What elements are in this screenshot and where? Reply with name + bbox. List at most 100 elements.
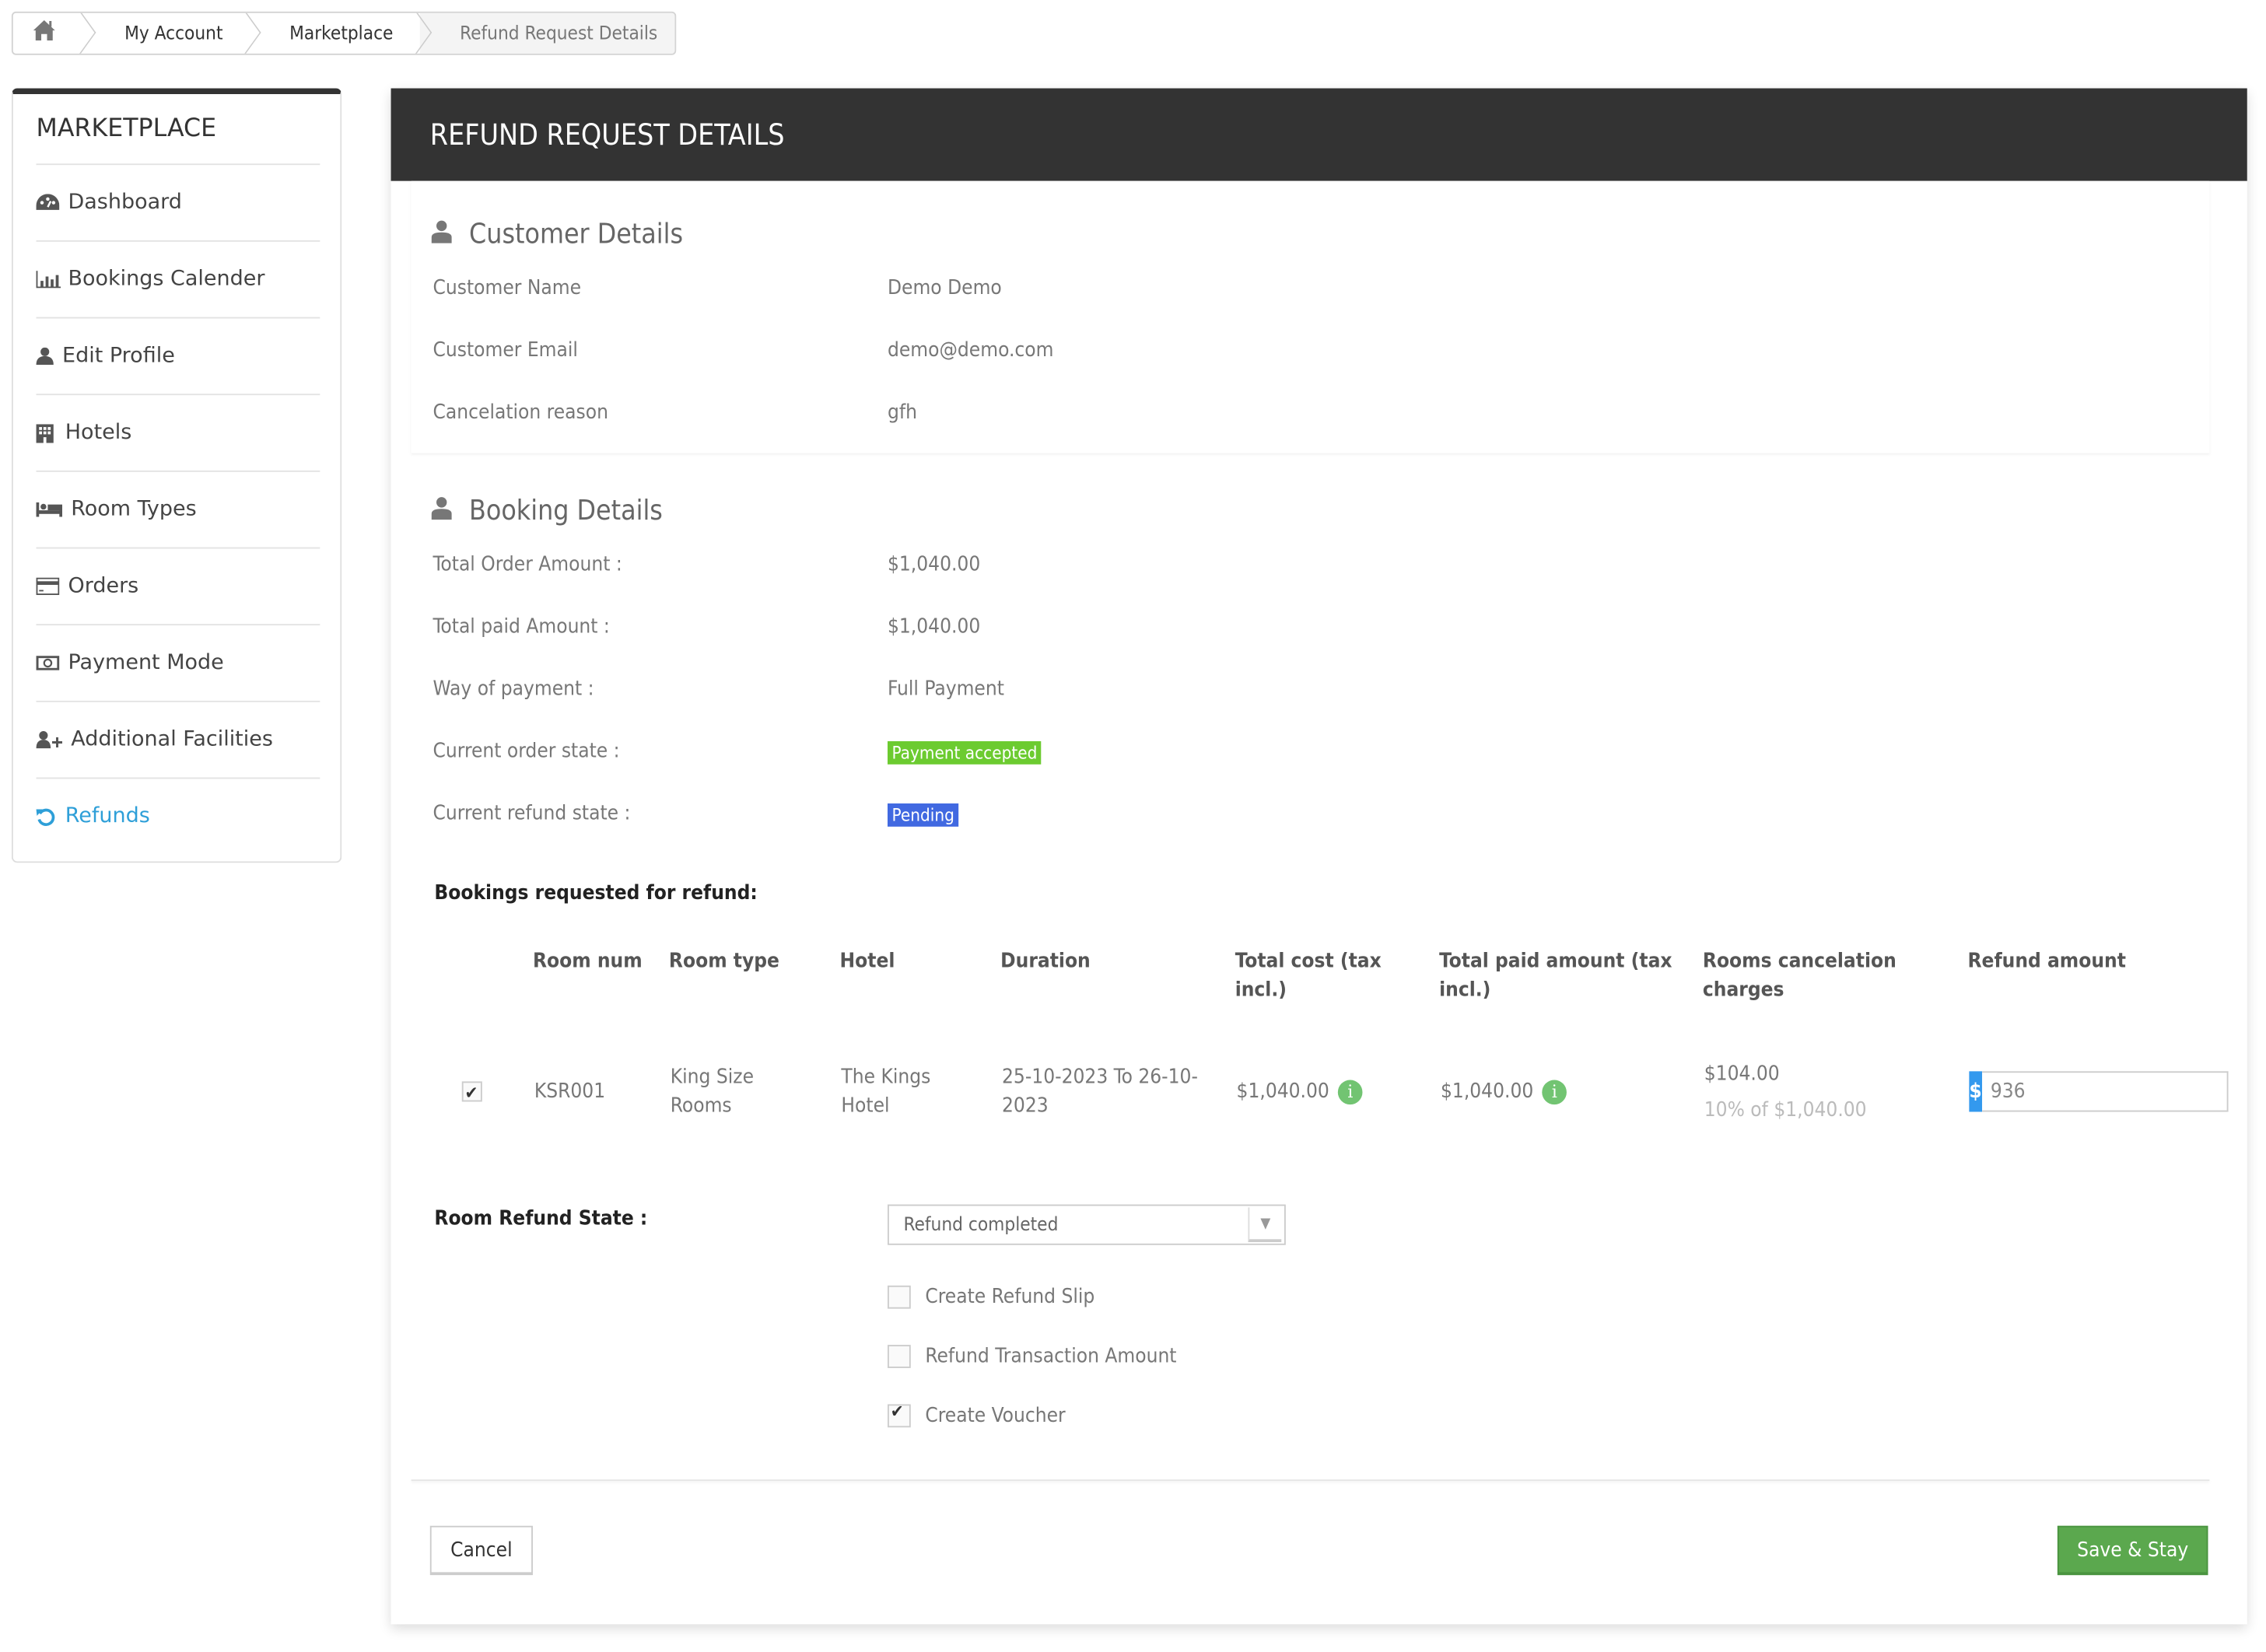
sidebar-item-label: Payment Mode — [68, 651, 224, 675]
table-header-row: Room num Room type Hotel Duration Total … — [434, 935, 2215, 1027]
sidebar-item-label: Hotels — [65, 421, 132, 445]
order-state-label: Current order state : — [433, 740, 620, 763]
cancelation-reason-value: gfh — [887, 401, 917, 425]
sidebar-item-payment-mode[interactable]: Payment Mode — [36, 624, 320, 701]
cancel-charges-cell: $104.00 10% of $1,040.00 — [1703, 1028, 1968, 1156]
sidebar-item-bookings-calender[interactable]: Bookings Calender — [36, 240, 320, 317]
home-icon — [33, 20, 55, 47]
option-label: Create Refund Slip — [925, 1285, 1095, 1309]
room-type-cell: King Size Rooms — [670, 1065, 755, 1118]
col-total-paid: Total paid amount (tax incl.) — [1439, 950, 1672, 1003]
money-icon — [36, 656, 63, 670]
refund-state-label: Current refund state : — [433, 802, 631, 825]
total-cost-value: $1,040.00 — [1236, 1080, 1329, 1104]
divider — [411, 1479, 2210, 1482]
total-paid-value: $1,040.00 — [1440, 1080, 1534, 1104]
breadcrumb-label: Marketplace — [289, 22, 394, 44]
dashboard-icon — [36, 194, 63, 211]
sidebar-item-dashboard[interactable]: Dashboard — [36, 163, 320, 240]
customer-details-heading: Customer Details — [431, 219, 684, 251]
create-refund-slip-checkbox[interactable] — [887, 1285, 911, 1309]
bookings-table-heading: Bookings requested for refund: — [434, 881, 758, 905]
way-of-payment-value: Full Payment — [887, 677, 1004, 701]
sidebar-item-additional-facilities[interactable]: Additional Facilities — [36, 700, 320, 778]
create-voucher-checkbox[interactable] — [887, 1402, 911, 1428]
way-of-payment-label: Way of payment : — [433, 677, 594, 701]
row-select-checkbox[interactable] — [461, 1079, 482, 1108]
customer-name-label: Customer Name — [433, 276, 582, 300]
sidebar-item-orders[interactable]: Orders — [36, 547, 320, 625]
breadcrumb: My Account Marketplace Refund Request De… — [11, 11, 677, 55]
section-title: Booking Details — [469, 495, 663, 527]
info-icon[interactable]: i — [1338, 1079, 1363, 1104]
customer-name-value: Demo Demo — [887, 276, 1002, 300]
bed-icon — [36, 502, 65, 517]
customer-email-label: Customer Email — [433, 338, 578, 362]
user-icon — [431, 219, 452, 250]
room-refund-state-label: Room Refund State : — [434, 1207, 648, 1231]
total-order-label: Total Order Amount : — [433, 553, 622, 576]
sidebar-item-label: Refunds — [65, 804, 150, 828]
col-hotel: Hotel — [839, 950, 895, 973]
room-num-cell: KSR001 — [534, 1080, 606, 1104]
sidebar: MARKETPLACE Dashboard Bookings Calender … — [11, 88, 342, 863]
cancelation-reason-label: Cancelation reason — [433, 401, 608, 425]
room-refund-state-select[interactable]: Refund completed ▼ — [887, 1204, 1286, 1245]
total-paid-value: $1,040.00 — [887, 615, 981, 639]
booking-details-heading: Booking Details — [431, 495, 663, 527]
total-cost-cell: $1,040.00 i — [1235, 1028, 1439, 1156]
cancel-charge-note: 10% of $1,040.00 — [1704, 1097, 1867, 1122]
sidebar-item-hotels[interactable]: Hotels — [36, 394, 320, 471]
sidebar-item-room-types[interactable]: Room Types — [36, 470, 320, 548]
row-select-cell — [434, 1028, 533, 1156]
refund-amount-input[interactable] — [1981, 1071, 2229, 1112]
sidebar-item-edit-profile[interactable]: Edit Profile — [36, 317, 320, 394]
order-state-badge: Payment accepted — [887, 740, 1042, 765]
page-title: REFUND REQUEST DETAILS — [429, 117, 785, 152]
refund-request-panel: REFUND REQUEST DETAILS Customer Details … — [391, 88, 2247, 1625]
breadcrumb-marketplace[interactable]: Marketplace — [249, 13, 419, 54]
total-paid-label: Total paid Amount : — [433, 615, 610, 639]
refund-state-badge: Pending — [887, 803, 959, 827]
panel-header: REFUND REQUEST DETAILS — [391, 88, 2247, 181]
duration-cell: 25-10-2023 To 26-10-2023 — [1002, 1065, 1198, 1118]
order-state-cell: Payment accepted — [887, 740, 1042, 765]
refund-transaction-amount-checkbox[interactable] — [887, 1345, 911, 1368]
refund-state-cell: Pending — [887, 803, 959, 827]
chevron-down-icon: ▼ — [1248, 1207, 1282, 1242]
option-label: Create Voucher — [925, 1404, 1066, 1428]
breadcrumb-current: Refund Request Details — [419, 12, 675, 54]
sidebar-item-label: Orders — [68, 574, 139, 598]
col-room-type: Room type — [668, 950, 779, 973]
currency-addon: $ — [1969, 1071, 1982, 1112]
option-label: Refund Transaction Amount — [925, 1345, 1177, 1368]
breadcrumb-label: My Account — [124, 22, 223, 44]
section-title: Customer Details — [469, 219, 684, 251]
cancel-button[interactable]: Cancel — [429, 1525, 533, 1576]
col-cancel-charges: Rooms cancelation charges — [1702, 950, 1897, 1003]
info-icon[interactable]: i — [1542, 1079, 1567, 1104]
cancel-charge-value: $104.00 — [1704, 1062, 1780, 1086]
col-select — [434, 935, 533, 1027]
refund-transaction-amount-option[interactable]: Refund Transaction Amount — [887, 1345, 1177, 1368]
col-refund-amount: Refund amount — [1967, 950, 2126, 973]
table-row: KSR001 King Size Rooms The Kings Hotel 2… — [434, 1028, 2229, 1156]
breadcrumb-my-account[interactable]: My Account — [84, 13, 249, 54]
total-paid-cell: $1,040.00 i — [1439, 1028, 1703, 1156]
sidebar-title: MARKETPLACE — [36, 114, 217, 144]
user-plus-icon — [36, 730, 65, 749]
col-duration: Duration — [1000, 950, 1091, 973]
create-voucher-option[interactable]: Create Voucher — [887, 1402, 1066, 1428]
bookings-table: Room num Room type Hotel Duration Total … — [434, 935, 2229, 1156]
refund-amount-cell: $ — [1968, 1028, 2229, 1156]
breadcrumb-home[interactable] — [13, 13, 84, 54]
total-order-value: $1,040.00 — [887, 553, 981, 576]
sidebar-item-refunds[interactable]: Refunds — [36, 777, 320, 855]
sidebar-item-label: Bookings Calender — [68, 268, 265, 292]
undo-icon — [36, 807, 60, 826]
user-icon — [36, 347, 57, 366]
save-and-stay-button[interactable]: Save & Stay — [2057, 1525, 2208, 1576]
create-refund-slip-option[interactable]: Create Refund Slip — [887, 1285, 1095, 1309]
col-total-cost: Total cost (tax incl.) — [1235, 950, 1382, 1003]
bar-chart-icon — [36, 271, 63, 289]
